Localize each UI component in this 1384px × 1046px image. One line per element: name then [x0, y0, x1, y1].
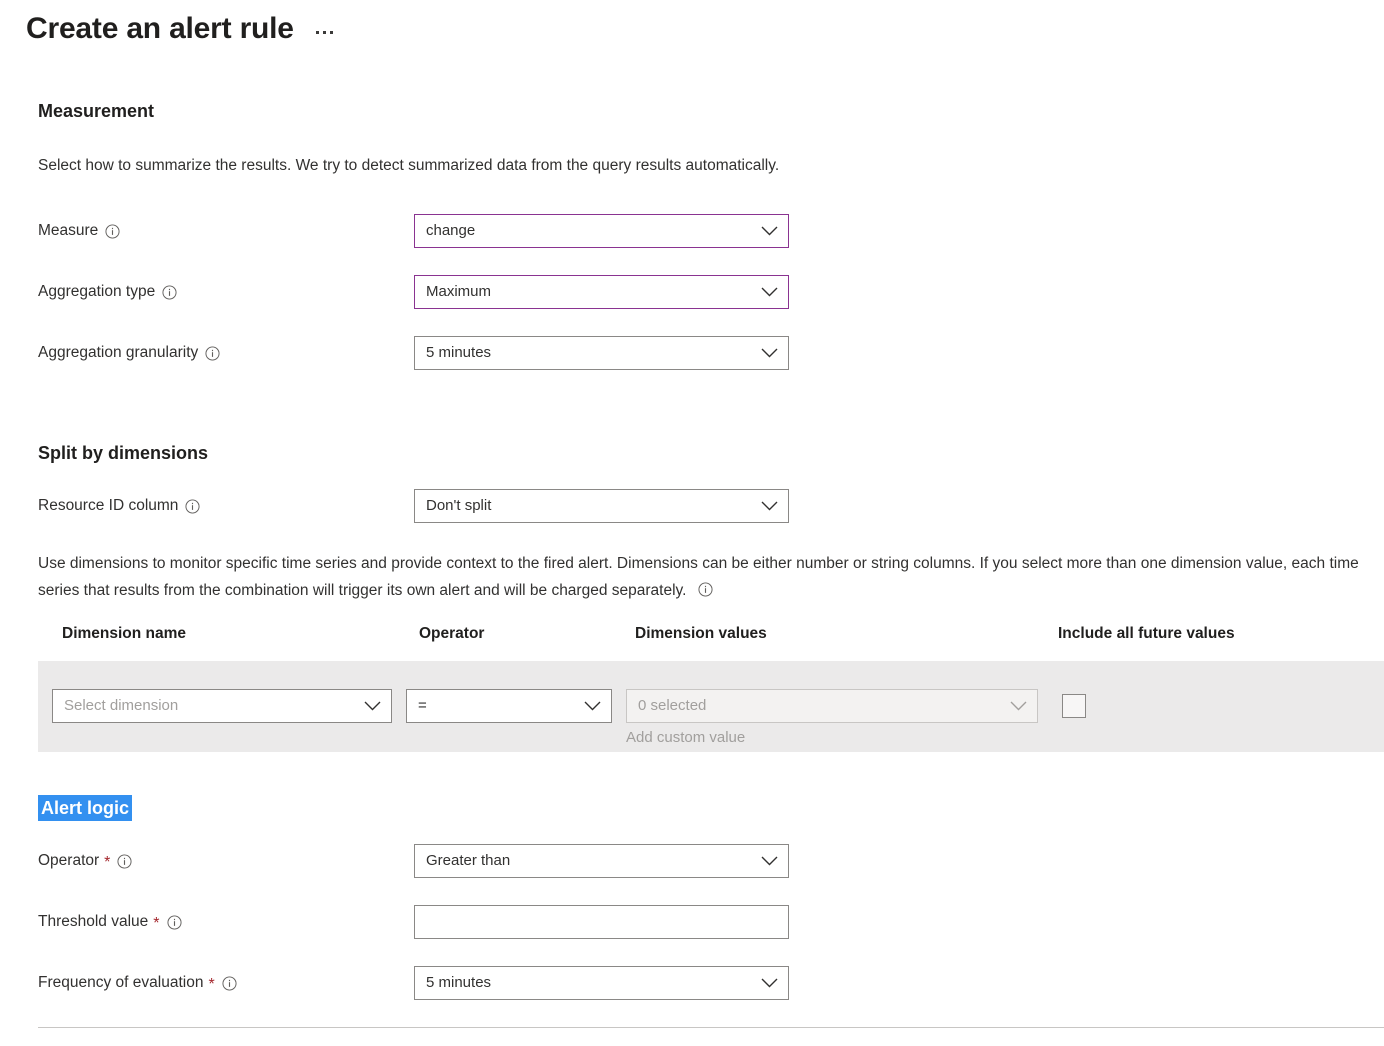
- info-icon[interactable]: [222, 975, 237, 991]
- required-asterisk: *: [104, 854, 111, 871]
- alert-operator-value: Greater than: [426, 852, 511, 869]
- measurement-description: Select how to summarize the results. We …: [38, 157, 780, 174]
- chevron-down-icon: [754, 215, 784, 247]
- chevron-down-icon: [1003, 690, 1033, 722]
- info-icon[interactable]: [162, 284, 177, 300]
- resource-id-column-label-text: Resource ID column: [38, 497, 179, 514]
- frequency-of-evaluation-value: 5 minutes: [426, 974, 492, 991]
- alert-operator-label: Operator *: [38, 851, 132, 871]
- aggregation-type-select[interactable]: Maximum: [414, 275, 789, 309]
- frequency-of-evaluation-label-text: Frequency of evaluation: [38, 974, 204, 991]
- threshold-value-label-text: Threshold value: [38, 913, 149, 930]
- chevron-down-icon: [754, 337, 784, 369]
- bottom-divider: [38, 1027, 1384, 1028]
- measure-select[interactable]: change: [414, 214, 789, 248]
- measure-label-text: Measure: [38, 222, 99, 239]
- alert-operator-select[interactable]: Greater than: [414, 844, 789, 878]
- chevron-down-icon: [577, 690, 607, 722]
- column-header-dimension-name: Dimension name: [62, 625, 187, 642]
- split-by-dimensions-heading: Split by dimensions: [38, 443, 209, 463]
- info-icon[interactable]: [698, 582, 713, 597]
- aggregation-type-label: Aggregation type: [38, 282, 177, 302]
- aggregation-type-value: Maximum: [426, 283, 492, 300]
- resource-id-column-label: Resource ID column: [38, 496, 200, 516]
- required-asterisk: *: [153, 915, 160, 932]
- dimensions-description-wrapper: Use dimensions to monitor specific time …: [38, 550, 1384, 604]
- column-header-operator: Operator: [419, 625, 485, 642]
- column-header-include-all-future-values: Include all future values: [1058, 625, 1235, 642]
- chevron-down-icon: [754, 276, 784, 308]
- required-asterisk: *: [208, 976, 215, 993]
- include-all-future-values-checkbox[interactable]: [1062, 694, 1086, 718]
- chevron-down-icon: [357, 690, 387, 722]
- measure-label: Measure: [38, 221, 120, 241]
- aggregation-granularity-value: 5 minutes: [426, 344, 492, 361]
- chevron-down-icon: [754, 967, 784, 999]
- more-options-icon[interactable]: [312, 25, 337, 40]
- threshold-value-input[interactable]: [414, 905, 789, 939]
- dimension-values-select[interactable]: 0 selected: [626, 689, 1038, 723]
- aggregation-type-label-text: Aggregation type: [38, 283, 156, 300]
- add-custom-value-link[interactable]: Add custom value: [626, 728, 745, 748]
- aggregation-granularity-label: Aggregation granularity: [38, 343, 220, 363]
- info-icon[interactable]: [167, 914, 182, 930]
- column-header-dimension-values: Dimension values: [635, 625, 767, 642]
- alert-operator-label-text: Operator: [38, 852, 100, 869]
- page-title: Create an alert rule: [26, 12, 294, 45]
- info-icon[interactable]: [205, 345, 220, 361]
- frequency-of-evaluation-select[interactable]: 5 minutes: [414, 966, 789, 1000]
- chevron-down-icon: [754, 490, 784, 522]
- frequency-of-evaluation-label: Frequency of evaluation *: [38, 973, 237, 993]
- dimension-name-select[interactable]: Select dimension: [52, 689, 392, 723]
- dimension-operator-value: =: [418, 697, 427, 714]
- create-alert-rule-page: Create an alert rule Measurement Select …: [0, 0, 1384, 1046]
- info-icon[interactable]: [105, 223, 120, 239]
- measure-value: change: [426, 222, 476, 239]
- chevron-down-icon: [754, 845, 784, 877]
- page-header: Create an alert rule: [26, 8, 337, 50]
- dimension-name-value: Select dimension: [64, 697, 179, 714]
- aggregation-granularity-select[interactable]: 5 minutes: [414, 336, 789, 370]
- info-icon[interactable]: [117, 853, 132, 869]
- threshold-value-label: Threshold value *: [38, 912, 182, 932]
- dimension-operator-select[interactable]: =: [406, 689, 612, 723]
- dimension-values-value: 0 selected: [638, 697, 707, 714]
- alert-logic-heading: Alert logic: [38, 795, 133, 821]
- resource-id-column-select[interactable]: Don't split: [414, 489, 789, 523]
- resource-id-column-value: Don't split: [426, 497, 492, 514]
- aggregation-granularity-label-text: Aggregation granularity: [38, 344, 199, 361]
- info-icon[interactable]: [185, 498, 200, 514]
- measurement-heading: Measurement: [38, 101, 155, 121]
